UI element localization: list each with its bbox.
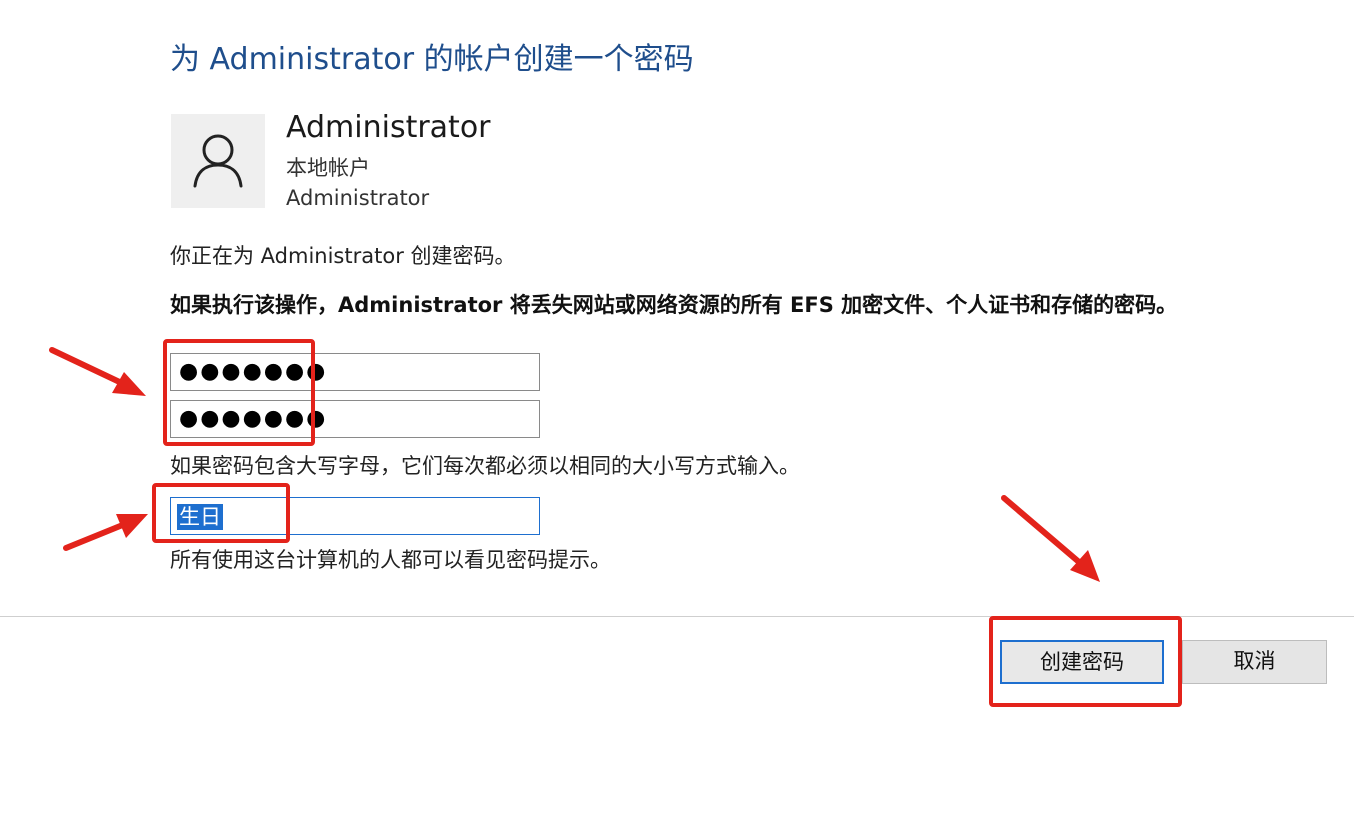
case-sensitivity-note: 如果密码包含大写字母，它们每次都必须以相同的大小写方式输入。 xyxy=(170,454,800,478)
warning-text: 如果执行该操作，Administrator 将丢失网站或网络资源的所有 EFS … xyxy=(170,293,1178,317)
user-icon xyxy=(193,134,243,188)
arrow-icon xyxy=(1001,495,1100,582)
arrow-icon xyxy=(49,347,146,396)
arrow-icon xyxy=(63,514,148,551)
intro-text: 你正在为 Administrator 创建密码。 xyxy=(170,244,516,268)
page-title: 为 Administrator 的帐户创建一个密码 xyxy=(170,42,694,77)
avatar xyxy=(171,114,265,208)
account-type: 本地帐户 xyxy=(286,156,370,180)
create-button-highlight xyxy=(989,616,1182,707)
hint-field-highlight xyxy=(152,483,290,543)
cancel-button[interactable]: 取消 xyxy=(1182,640,1327,684)
account-username: Administrator xyxy=(286,186,430,210)
password-fields-highlight xyxy=(163,339,315,446)
hint-visibility-note: 所有使用这台计算机的人都可以看见密码提示。 xyxy=(170,548,611,572)
account-name: Administrator xyxy=(286,110,491,145)
